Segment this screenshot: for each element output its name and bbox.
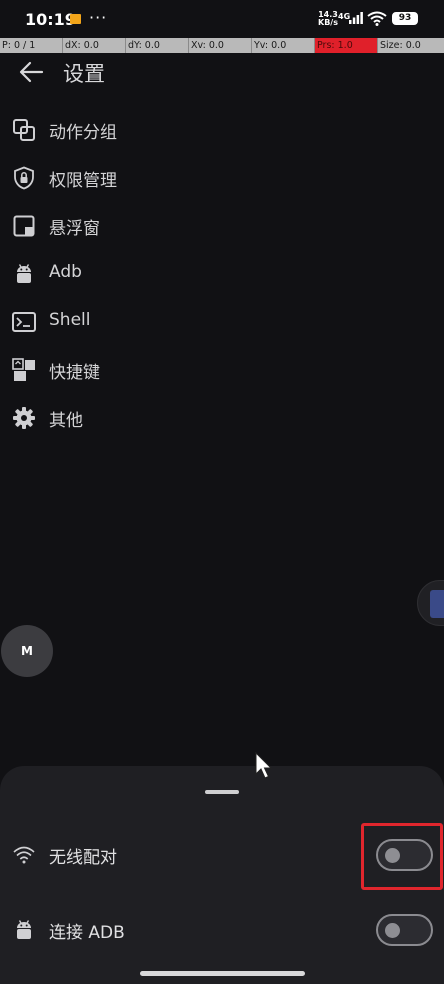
floating-m-button[interactable]: M [1,625,53,677]
mouse-cursor-icon [255,752,273,779]
pointer-pressure: Prs: 1.0 [315,38,378,53]
pointer-dx: dX: 0.0 [63,38,126,53]
menu-item-label: 动作分组 [49,123,117,143]
arrow-left-icon[interactable] [18,60,44,84]
net-speed-unit: KB/s [318,18,338,27]
menu-item-other[interactable]: 其他 [0,394,444,442]
floating-window-icon [13,215,35,237]
wifi-icon [13,846,35,864]
highlight-box [361,823,443,890]
pointer-location-bar: P: 0 / 1 dX: 0.0 dY: 0.0 Xv: 0.0 Yv: 0.0… [0,38,444,53]
status-bar: 10:19 ··· 14.3 KB/s 4G 93 [0,0,444,38]
menu-item-adb[interactable]: Adb [0,250,444,298]
layers-icon [13,119,35,141]
shield-lock-icon [14,166,34,190]
edge-panel-tab [430,590,444,618]
connect-adb-row[interactable]: 连接 ADB [0,902,444,958]
menu-item-shell[interactable]: Shell [0,298,444,346]
pointer-xv: Xv: 0.0 [189,38,252,53]
menu-item-label: 快捷键 [49,363,100,383]
page-title: 设置 [63,62,105,86]
edge-panel-handle[interactable] [417,580,444,626]
notification-flag-icon [70,14,81,24]
menu-item-label: 悬浮窗 [49,219,100,239]
more-notifications-icon: ··· [89,8,108,27]
pointer-dy: dY: 0.0 [126,38,189,53]
menu-item-shortcuts[interactable]: 快捷键 [0,346,444,394]
wireless-pairing-label: 无线配对 [49,848,117,868]
signal-icon [349,12,363,24]
toggle-knob [385,923,400,938]
pointer-count: P: 0 / 1 [0,38,63,53]
sheet-drag-handle[interactable] [205,790,239,794]
battery-icon: 93 [392,12,418,25]
wifi-status-icon [367,11,387,26]
android-icon [17,920,31,939]
menu-item-label: Adb [49,262,82,282]
gesture-nav-bar [140,971,305,976]
pointer-yv: Yv: 0.0 [252,38,315,53]
pointer-size: Size: 0.0 [380,40,421,51]
menu-item-floating-window[interactable]: 悬浮窗 [0,202,444,250]
menu-item-label: Shell [49,310,91,330]
android-icon [17,264,31,283]
menu-item-label: 其他 [49,411,83,431]
connect-adb-label: 连接 ADB [49,923,125,943]
terminal-icon [12,312,36,332]
status-time: 10:19 [25,10,76,29]
menu-item-permissions[interactable]: 权限管理 [0,154,444,202]
shortcut-icon [12,358,35,381]
gear-icon [13,407,35,429]
menu-item-label: 权限管理 [49,171,117,191]
connect-adb-toggle[interactable] [376,914,433,946]
net-speed: 14.3 KB/s [318,11,338,27]
menu-item-action-groups[interactable]: 动作分组 [0,106,444,154]
